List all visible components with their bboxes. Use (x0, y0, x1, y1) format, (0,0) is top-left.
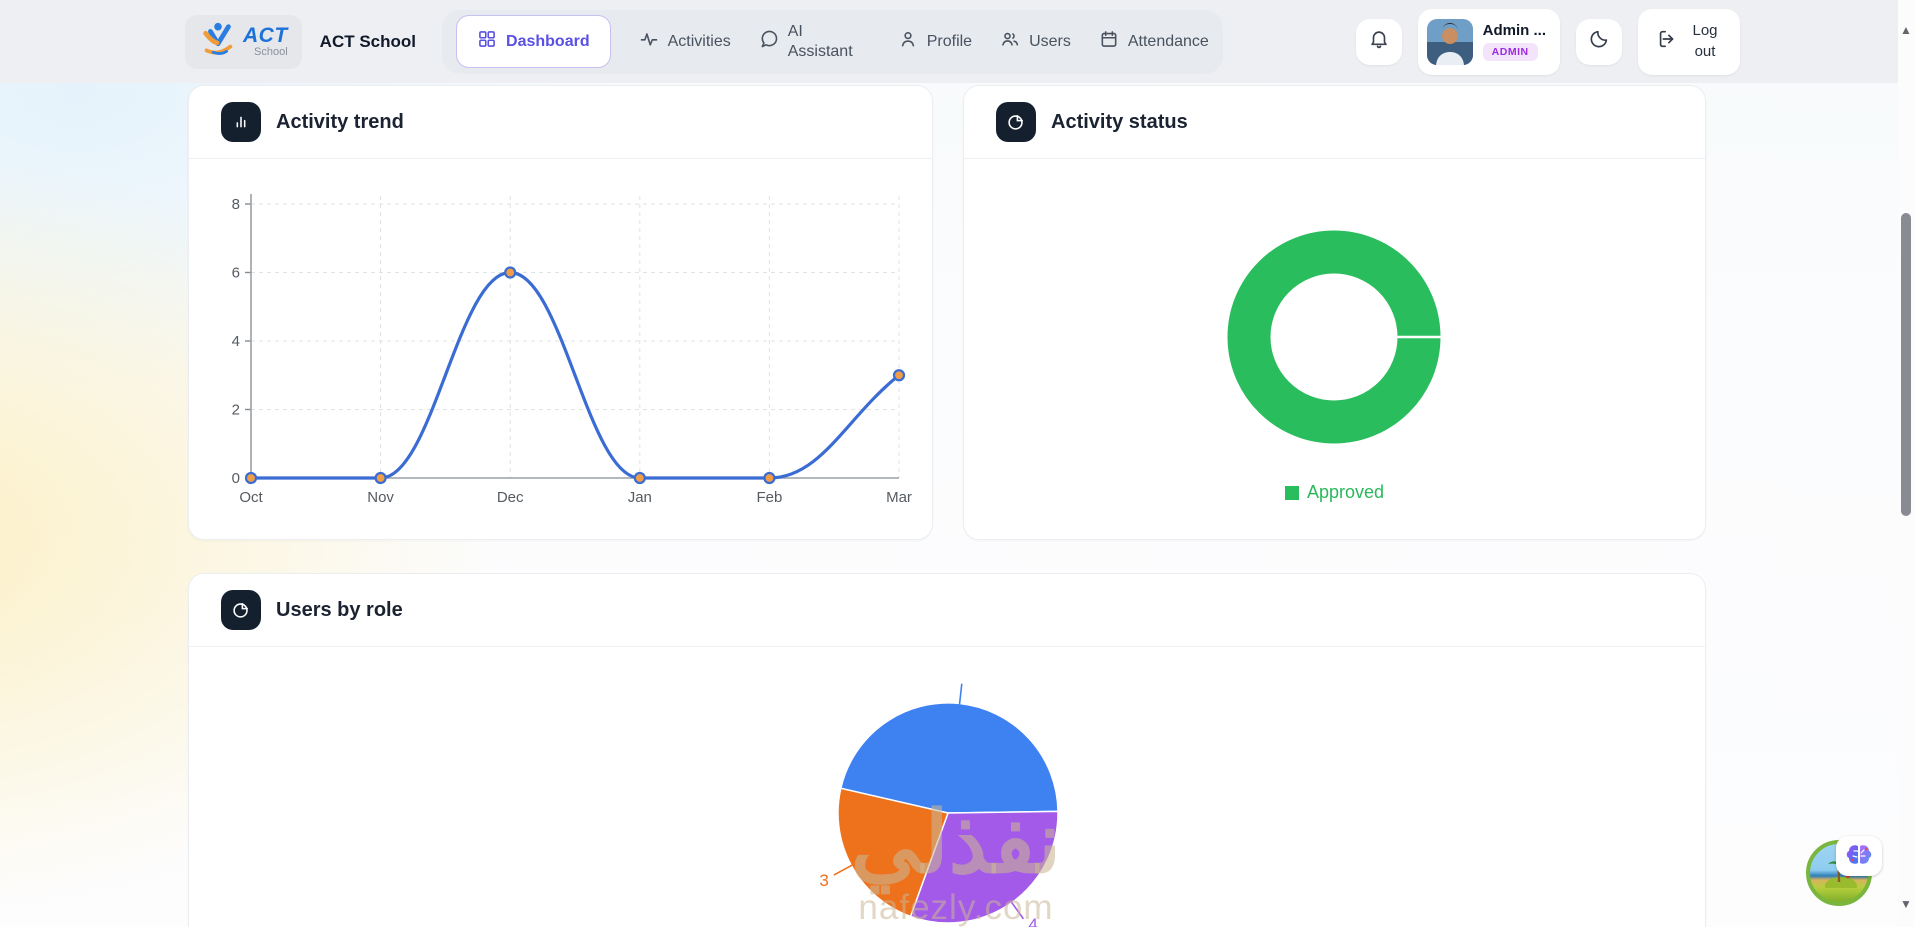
users-icon (1000, 29, 1020, 54)
nav-item-profile[interactable]: Profile (898, 29, 972, 54)
user-menu[interactable]: Admin ... ADMIN (1417, 8, 1560, 75)
svg-text:Jan: Jan (628, 489, 652, 506)
extension-widget[interactable] (1806, 836, 1882, 910)
pie-chart-icon (996, 102, 1036, 142)
nav-item-ai-assistant[interactable]: AI Assistant (759, 22, 870, 62)
nav-item-attendance[interactable]: Attendance (1099, 29, 1209, 54)
logout-button[interactable]: Log out (1638, 8, 1740, 75)
bell-icon (1368, 28, 1390, 55)
svg-text:Dec: Dec (497, 489, 524, 506)
avatar (1426, 18, 1473, 65)
svg-text:Oct: Oct (239, 489, 263, 506)
card-header: Activity status (964, 86, 1705, 159)
brain-bubble-icon (1836, 836, 1882, 876)
chart-legend: Approved (964, 482, 1705, 503)
nav-item-dashboard[interactable]: Dashboard (456, 15, 611, 68)
activity-trend-chart: 0 2 4 6 8 Oct Nov Dec Jan Feb Mar (232, 194, 912, 506)
dashboard-page: ACT School ACT School Dashboard Activiti… (0, 0, 1914, 927)
role-badge: ADMIN (1482, 43, 1538, 61)
card-title: Activity trend (276, 110, 404, 133)
legend-label: Approved (1306, 482, 1385, 502)
svg-text:Feb: Feb (756, 489, 782, 506)
logo-icon (199, 20, 237, 63)
school-name: ACT School (319, 31, 417, 51)
svg-text:2: 2 (232, 402, 240, 419)
activity-icon (639, 29, 659, 54)
logout-icon (1656, 28, 1678, 55)
svg-text:3: 3 (819, 871, 828, 890)
dark-mode-toggle[interactable] (1576, 18, 1622, 65)
user-name: Admin ... (1482, 22, 1546, 39)
nav-label: AI Assistant (787, 22, 853, 60)
scrollbar[interactable]: ▲ ▼ (1898, 0, 1914, 927)
svg-text:0: 0 (232, 470, 240, 487)
pie-chart-icon (221, 590, 261, 630)
activity-trend-card: Activity trend 0 2 4 6 8 Oct Nov Dec Jan Feb Mar (188, 85, 933, 540)
moon-icon (1588, 28, 1610, 55)
notifications-button[interactable] (1355, 18, 1402, 65)
svg-text:Mar: Mar (886, 489, 912, 506)
chat-icon (759, 29, 779, 54)
calendar-icon (1099, 29, 1119, 54)
main-nav: Dashboard Activities AI Assistant Profil… (442, 9, 1223, 74)
user-icon (898, 29, 918, 54)
nav-item-users[interactable]: Users (1000, 29, 1071, 54)
scroll-down-arrow[interactable]: ▼ (1900, 898, 1912, 910)
navbar-right: Admin ... ADMIN Log out (1355, 8, 1740, 75)
scroll-up-arrow[interactable]: ▲ (1900, 24, 1912, 36)
svg-text:6: 6 (232, 265, 240, 282)
scrollbar-thumb[interactable] (1901, 213, 1911, 516)
logo-brand-text: ACT (243, 24, 288, 47)
card-title: Activity status (1051, 110, 1188, 133)
svg-text:4: 4 (232, 333, 240, 350)
card-header: Activity trend (189, 86, 932, 159)
svg-text:8: 8 (232, 196, 240, 213)
svg-text:4: 4 (1028, 915, 1037, 927)
svg-text:Nov: Nov (367, 489, 394, 506)
logout-label: Log out (1692, 22, 1718, 60)
nav-item-activities[interactable]: Activities (639, 29, 731, 54)
nav-label: Attendance (1127, 32, 1209, 50)
nav-label: Dashboard (506, 32, 590, 50)
nav-label: Activities (667, 32, 731, 50)
bar-chart-icon (221, 102, 261, 142)
navbar: ACT School ACT School Dashboard Activiti… (0, 0, 1914, 83)
activity-status-chart (1227, 230, 1441, 444)
grid-icon (477, 29, 497, 54)
activity-status-card: Activity status Approved (963, 85, 1706, 540)
nav-label: Users (1029, 32, 1071, 50)
users-by-role-chart: 43 (819, 683, 1059, 927)
legend-swatch-approved (1284, 485, 1299, 500)
school-logo[interactable]: ACT School (185, 14, 302, 69)
card-title: Users by role (276, 598, 403, 621)
logo-sub-text: School (254, 46, 288, 58)
nav-label: Profile (926, 32, 973, 50)
users-by-role-card: Users by role 43 (188, 573, 1706, 927)
